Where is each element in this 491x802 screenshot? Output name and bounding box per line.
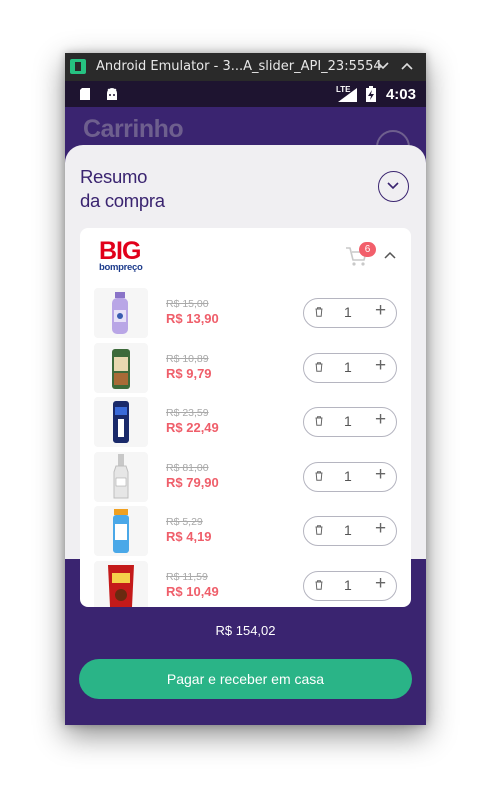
signal-icon [338, 88, 357, 102]
product-image [94, 506, 148, 557]
purchase-summary-sheet: Resumo da compra BIG bompreço 6 R$ 15,00… [65, 145, 426, 607]
plus-icon[interactable]: + [375, 573, 386, 595]
old-price: R$ 23,59 [166, 407, 209, 420]
chevron-up-icon[interactable] [384, 251, 396, 259]
collapse-summary-button[interactable] [378, 171, 409, 202]
store-logo-subtext: bompreço [99, 262, 143, 273]
android-debug-icon [107, 88, 117, 100]
new-price: R$ 9,79 [166, 365, 212, 381]
store-logo-text: BIG [99, 237, 141, 265]
sd-card-icon [80, 88, 90, 100]
product-image [94, 397, 148, 448]
chevron-down-icon[interactable] [374, 57, 392, 75]
summary-title-line2: da compra [80, 190, 165, 211]
page-title: Carrinho [83, 115, 184, 143]
chevron-up-icon[interactable] [398, 57, 416, 75]
emulator-window: Android Emulator - 3...A_slider_API_23:5… [65, 53, 426, 725]
store-logo: BIG bompreço [99, 237, 155, 274]
new-price: R$ 10,49 [166, 584, 219, 599]
pay-button[interactable]: Pagar e receber em casa [79, 659, 412, 699]
cart-item: R$ 15,00 R$ 13,90 1 + [80, 286, 411, 340]
summary-title: Resumo da compra [80, 165, 165, 213]
plus-icon[interactable]: + [375, 300, 386, 322]
old-price: R$ 10,89 [166, 352, 209, 365]
product-image [94, 288, 148, 338]
trash-icon[interactable] [315, 525, 323, 536]
trash-icon[interactable] [315, 580, 323, 590]
summary-title-line1: Resumo [80, 166, 148, 187]
cart-item: R$ 81,00 R$ 79,90 1 + [80, 450, 411, 504]
cart-item: R$ 5,29 R$ 4,19 1 + [80, 504, 411, 558]
plus-icon[interactable]: + [375, 464, 386, 486]
quantity-value[interactable]: 1 [344, 413, 352, 429]
product-image [94, 561, 148, 607]
quantity-stepper: 1 + [303, 407, 397, 438]
quantity-stepper: 1 + [303, 571, 397, 601]
title-bar: Android Emulator - 3...A_slider_API_23:5… [65, 53, 426, 81]
new-price: R$ 13,90 [166, 311, 219, 326]
plus-icon[interactable]: + [375, 518, 386, 540]
new-price: R$ 22,49 [166, 420, 219, 436]
old-price: R$ 11,59 [166, 571, 208, 583]
window-title: Android Emulator - 3...A_slider_API_23:5… [96, 59, 382, 74]
old-price: R$ 5,29 [166, 516, 203, 529]
plus-icon[interactable]: + [375, 409, 386, 431]
cart-item: R$ 11,59 R$ 10,49 1 + [80, 559, 411, 607]
android-status-bar: LTE 4:03 [65, 81, 426, 107]
quantity-value[interactable]: 1 [344, 359, 352, 375]
trash-icon[interactable] [315, 471, 323, 481]
emulator-icon [70, 59, 86, 74]
trash-icon[interactable] [315, 307, 323, 317]
cart-item: R$ 10,89 R$ 9,79 1 + [80, 341, 411, 395]
old-price: R$ 81,00 [166, 461, 209, 474]
plus-icon[interactable]: + [375, 355, 386, 377]
quantity-stepper: 1 + [303, 352, 397, 383]
new-price: R$ 79,90 [166, 474, 219, 490]
cart-count-badge: 6 [359, 242, 376, 257]
clock: 4:03 [385, 86, 416, 103]
product-image [94, 451, 148, 502]
old-price: R$ 15,00 [166, 298, 209, 310]
quantity-stepper: 1 + [303, 461, 397, 492]
cart-item: R$ 23,59 R$ 22,49 1 + [80, 395, 411, 449]
new-price: R$ 4,19 [166, 529, 212, 545]
product-image [94, 342, 148, 393]
cart-total: R$ 154,02 [215, 623, 276, 638]
quantity-value[interactable]: 1 [344, 522, 352, 538]
quantity-value[interactable]: 1 [344, 577, 352, 593]
battery-charging-icon [366, 86, 376, 102]
quantity-value[interactable]: 1 [344, 468, 352, 484]
quantity-value[interactable]: 1 [344, 304, 352, 320]
trash-icon[interactable] [315, 361, 323, 372]
store-cart-card: BIG bompreço 6 R$ 15,00 R$ 13,90 1 + R$ 10,8… [80, 228, 411, 607]
trash-icon[interactable] [315, 416, 323, 426]
quantity-stepper: 1 + [303, 298, 397, 328]
quantity-stepper: 1 + [303, 516, 397, 547]
chevron-down-icon [387, 182, 399, 190]
